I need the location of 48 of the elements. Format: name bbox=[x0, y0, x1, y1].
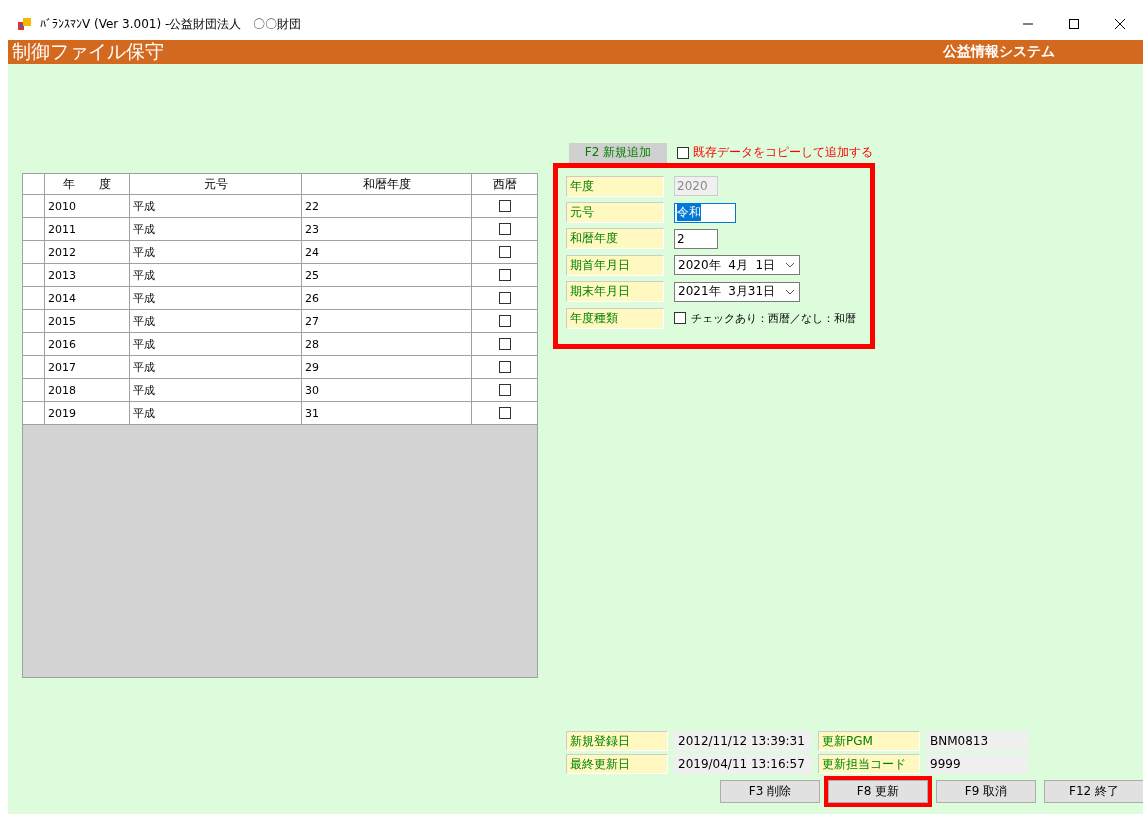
caret-icon bbox=[785, 288, 795, 295]
close-icon[interactable] bbox=[1114, 18, 1126, 30]
checkbox[interactable] bbox=[498, 315, 511, 327]
checkbox[interactable] bbox=[498, 338, 511, 350]
maximize-icon[interactable] bbox=[1068, 18, 1080, 30]
checkbox[interactable] bbox=[498, 407, 511, 419]
checkbox[interactable] bbox=[498, 200, 511, 212]
field-label: 年度種類 bbox=[566, 307, 664, 329]
function-button[interactable]: F12 終了 bbox=[1044, 780, 1143, 803]
info-value: 2012/11/12 13:39:31 bbox=[674, 731, 812, 751]
info-label: 新規登録日 bbox=[566, 731, 668, 751]
field-label: 年度 bbox=[566, 175, 664, 197]
table-cell: 2019 bbox=[45, 402, 130, 425]
info-label: 更新担当コード bbox=[818, 754, 920, 774]
input-field[interactable]: 2 bbox=[674, 228, 718, 249]
date-picker[interactable]: 2020年 4月 1日 bbox=[674, 255, 800, 276]
function-button[interactable]: F9 取消 bbox=[936, 780, 1036, 803]
checkbox[interactable] bbox=[498, 292, 511, 304]
screen-title: 制御ファイル保守 bbox=[11, 39, 164, 64]
checkbox-label: チェックあり：西暦／なし：和暦 bbox=[691, 310, 856, 326]
info-value: BNM0813 bbox=[926, 731, 1028, 751]
row-header[interactable] bbox=[23, 402, 45, 425]
checkbox[interactable] bbox=[674, 312, 686, 325]
field-label: 元号 bbox=[566, 202, 664, 224]
checkbox[interactable] bbox=[498, 361, 511, 373]
info-value: 2019/04/11 13:16:57 bbox=[674, 754, 812, 774]
table-cell: 平成 bbox=[130, 402, 302, 425]
info-label: 最終更新日 bbox=[566, 754, 668, 774]
date-picker[interactable]: 2021年 3月31日 bbox=[674, 281, 800, 302]
function-button[interactable]: F8 更新 bbox=[828, 780, 928, 803]
checkbox[interactable] bbox=[498, 223, 511, 235]
window-title: ﾊﾞﾗﾝｽﾏﾝV (Ver 3.001) -公益財団法人 〇〇財団 bbox=[40, 15, 302, 33]
app-icon bbox=[18, 17, 32, 31]
field-label: 和暦年度 bbox=[566, 228, 664, 250]
field-label: 期首年月日 bbox=[566, 254, 664, 276]
checkbox[interactable] bbox=[498, 246, 511, 258]
input-field[interactable]: 令和 bbox=[674, 202, 736, 223]
system-name: 公益情報システム bbox=[943, 43, 1055, 61]
checkbox[interactable] bbox=[498, 269, 511, 281]
caret-icon bbox=[785, 262, 795, 269]
function-button[interactable]: F3 削除 bbox=[720, 780, 820, 803]
checkbox[interactable] bbox=[677, 146, 689, 159]
table-cell: 31 bbox=[302, 402, 472, 425]
info-label: 更新PGM bbox=[818, 731, 920, 751]
info-value: 9999 bbox=[926, 754, 1028, 774]
field-label: 期末年月日 bbox=[566, 281, 664, 303]
checkbox-label: 既存データをコピーして追加する bbox=[693, 144, 873, 161]
checkbox[interactable] bbox=[498, 384, 511, 396]
